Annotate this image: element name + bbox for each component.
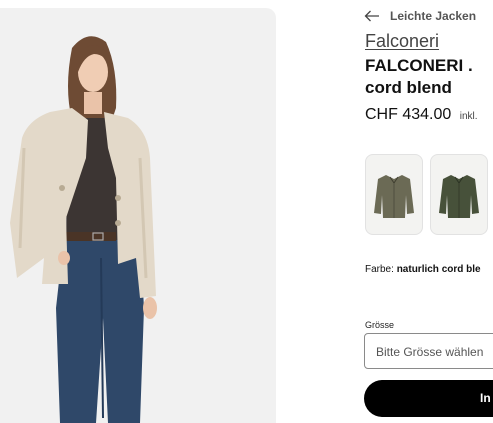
price-row: CHF 434.00 inkl.: [365, 106, 478, 124]
product-title-line2: cord blend: [365, 78, 452, 97]
price-note: inkl.: [459, 111, 478, 122]
product-hero-image[interactable]: [0, 8, 276, 423]
product-title: FALCONERI . cord blend: [365, 55, 473, 99]
arrow-left-icon[interactable]: [364, 10, 380, 22]
size-select[interactable]: Bitte Grösse wählen: [364, 333, 493, 369]
breadcrumb-label[interactable]: Leichte Jacken: [390, 9, 476, 23]
color-label: Farbe:: [365, 264, 394, 275]
color-value: naturlich cord ble: [396, 264, 481, 275]
size-select-placeholder: Bitte Grösse wählen: [376, 345, 484, 359]
thumbnail-green-jacket[interactable]: [430, 154, 488, 235]
add-to-cart-button[interactable]: In: [364, 380, 493, 417]
product-details-panel: Leichte Jacken Falconeri FALCONERI . cor…: [364, 0, 493, 423]
color-selector: Farbe: naturlich cord ble: [365, 264, 481, 275]
add-to-cart-label: In: [480, 391, 491, 405]
jacket-thumbnail-image: [374, 175, 414, 218]
size-label: Grösse: [365, 320, 395, 330]
thumbnail-olive-jacket[interactable]: [365, 154, 423, 235]
product-title-line1: FALCONERI .: [365, 56, 473, 75]
brand-link[interactable]: Falconeri: [365, 31, 439, 52]
breadcrumb[interactable]: Leichte Jacken: [364, 9, 476, 23]
jacket-thumbnail-image: [439, 175, 479, 218]
model-photo: [10, 36, 157, 423]
product-price: CHF 434.00: [365, 106, 452, 123]
